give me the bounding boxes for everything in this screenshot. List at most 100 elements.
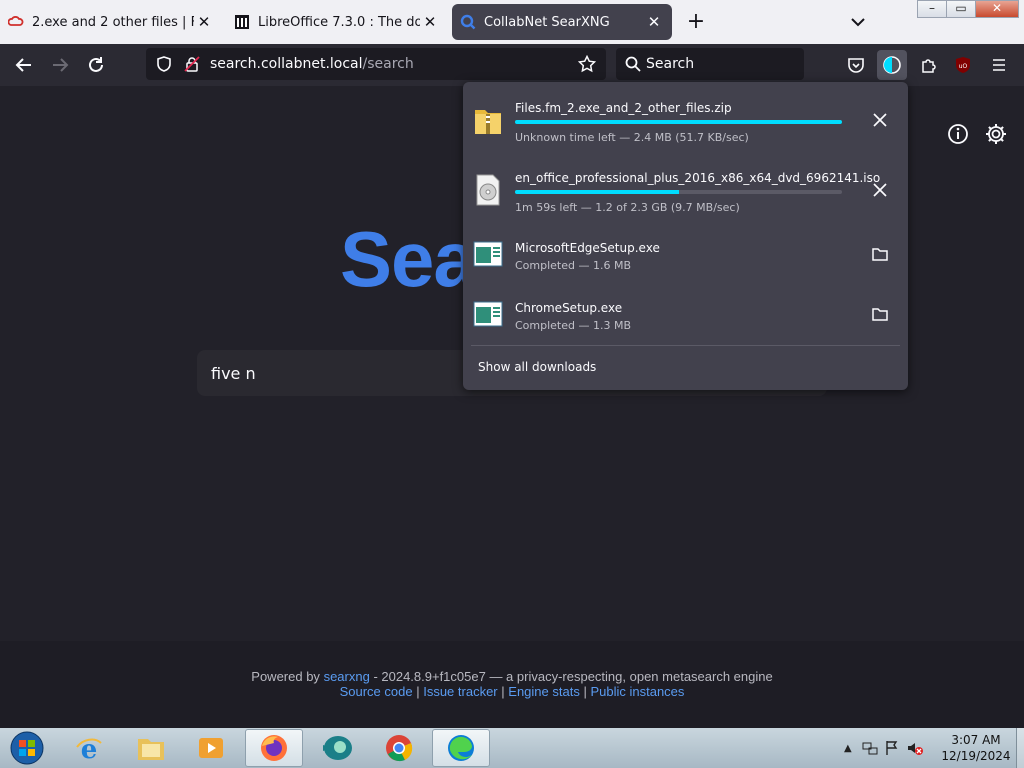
download-filename: en_office_professional_plus_2016_x86_x64… xyxy=(515,171,881,185)
tab-files-fm[interactable]: 2.exe and 2 other files | Files.fm ✕ xyxy=(0,4,222,40)
download-item[interactable]: MicrosoftEdgeSetup.exe Completed — 1.6 M… xyxy=(463,226,908,286)
info-icon[interactable] xyxy=(946,122,970,146)
page-footer: Powered by searxng - 2024.8.9+f1c05e7 — … xyxy=(0,641,1024,728)
cancel-download-button[interactable] xyxy=(869,179,891,201)
forward-button[interactable] xyxy=(47,52,73,78)
powered-by-label: Powered by xyxy=(251,669,320,684)
svg-text:uO: uO xyxy=(959,63,968,70)
ublock-button[interactable]: uO xyxy=(950,52,976,78)
download-item[interactable]: Files.fm_2.exe_and_2_other_files.zip Unk… xyxy=(463,86,908,154)
searxng-logo: Sea xyxy=(340,215,477,303)
action-center-flag-icon[interactable] xyxy=(884,740,900,756)
public-instances-link[interactable]: Public instances xyxy=(590,684,684,699)
download-item[interactable]: en_office_professional_plus_2016_x86_x64… xyxy=(463,156,908,224)
downloads-panel: Files.fm_2.exe_and_2_other_files.zip Unk… xyxy=(463,82,908,390)
download-filename: Files.fm_2.exe_and_2_other_files.zip xyxy=(515,101,732,115)
ublock-icon: uO xyxy=(956,57,970,73)
insecure-lock-icon[interactable] xyxy=(184,56,200,72)
chevron-down-icon[interactable] xyxy=(848,10,868,34)
download-progress-bar xyxy=(515,190,842,194)
taskbar-file-explorer[interactable] xyxy=(122,729,180,767)
volume-muted-icon[interactable] xyxy=(906,740,924,756)
bookmark-star-icon[interactable] xyxy=(578,55,596,73)
version-text: - 2024.8.9+f1c05e7 — a privacy-respectin… xyxy=(373,669,773,684)
panel-divider xyxy=(471,345,900,346)
search-placeholder: Search xyxy=(646,56,695,72)
start-button[interactable] xyxy=(0,729,54,767)
show-hidden-icons-icon[interactable]: ▲ xyxy=(844,743,852,754)
menu-button[interactable] xyxy=(986,52,1012,78)
download-filename: ChromeSetup.exe xyxy=(515,301,623,315)
folder-libraries-icon xyxy=(138,739,164,760)
url-host: search.collabnet.local xyxy=(210,56,363,72)
clock-time: 3:07 AM xyxy=(951,733,1001,747)
search-query-text: five n xyxy=(211,364,256,383)
museum-icon xyxy=(235,15,249,29)
clock-date: 12/19/2024 xyxy=(941,749,1011,763)
taskbar-chrome[interactable] xyxy=(370,729,428,767)
show-in-folder-button[interactable] xyxy=(869,303,891,325)
download-status: 1m 59s left — 1.2 of 2.3 GB (9.7 MB/sec) xyxy=(515,201,740,214)
taskbar-firefox[interactable] xyxy=(245,729,303,767)
download-filename: MicrosoftEdgeSetup.exe xyxy=(515,241,660,255)
separator: | xyxy=(416,684,420,699)
pocket-icon xyxy=(848,58,864,73)
progress-fill xyxy=(515,190,679,194)
taskbar-clock[interactable]: 3:07 AM 12/19/2024 xyxy=(936,732,1016,764)
taskbar-app[interactable] xyxy=(308,729,366,767)
firefox-icon xyxy=(261,735,287,761)
settings-gear-icon[interactable] xyxy=(984,122,1008,146)
reload-icon xyxy=(89,57,103,72)
app-icon xyxy=(323,736,352,760)
media-player-icon xyxy=(199,738,223,758)
cancel-download-button[interactable] xyxy=(869,109,891,131)
show-in-folder-button[interactable] xyxy=(869,243,891,265)
tab-close-icon[interactable]: ✕ xyxy=(644,13,664,31)
reload-button[interactable] xyxy=(83,52,109,78)
windows-start-orb-icon xyxy=(10,731,44,765)
chrome-icon xyxy=(386,735,413,762)
installer-icon xyxy=(473,301,503,327)
download-item[interactable]: ChromeSetup.exe Completed — 1.3 MB xyxy=(463,286,908,346)
navigation-toolbar: search.collabnet.local/search Search uO xyxy=(0,44,1024,86)
magnifier-icon xyxy=(625,56,641,72)
search-bar[interactable]: Search xyxy=(616,48,804,80)
source-code-link[interactable]: Source code xyxy=(340,684,413,699)
pocket-button[interactable] xyxy=(843,52,869,78)
searxng-link[interactable]: searxng xyxy=(324,669,370,684)
close-window-button[interactable]: ✕ xyxy=(975,0,1019,18)
taskbar-edge[interactable] xyxy=(432,729,490,767)
puzzle-icon xyxy=(922,59,936,73)
restore-button[interactable]: ▭ xyxy=(946,0,976,18)
tab-title: CollabNet SearXNG xyxy=(484,14,610,30)
issue-tracker-link[interactable]: Issue tracker xyxy=(423,684,497,699)
edge-icon xyxy=(448,735,474,761)
shield-icon[interactable] xyxy=(156,56,172,72)
tab-collabnet-searxng[interactable]: CollabNet SearXNG ✕ xyxy=(452,4,672,40)
url-bar[interactable]: search.collabnet.local/search xyxy=(146,48,606,80)
show-all-downloads-button[interactable]: Show all downloads xyxy=(478,360,596,374)
search-icon xyxy=(460,14,476,30)
taskbar-internet-explorer[interactable]: e xyxy=(60,729,118,767)
download-status: Unknown time left — 2.4 MB (51.7 KB/sec) xyxy=(515,131,749,144)
extensions-button[interactable] xyxy=(916,52,942,78)
engine-stats-link[interactable]: Engine stats xyxy=(508,684,580,699)
disc-image-icon xyxy=(476,174,500,206)
installer-icon xyxy=(473,241,503,267)
tab-close-icon[interactable]: ✕ xyxy=(194,13,214,31)
hamburger-menu-icon xyxy=(993,59,1005,71)
minimize-button[interactable]: – xyxy=(917,0,947,18)
taskbar-media-player[interactable] xyxy=(182,729,240,767)
network-icon[interactable] xyxy=(862,740,878,756)
tab-title: LibreOffice 7.3.0 : The document xyxy=(258,14,420,30)
new-tab-button[interactable]: + xyxy=(684,10,708,34)
tab-close-icon[interactable]: ✕ xyxy=(420,13,440,31)
back-button[interactable] xyxy=(11,52,37,78)
tab-libreoffice[interactable]: LibreOffice 7.3.0 : The document ✕ xyxy=(226,4,448,40)
downloads-button[interactable] xyxy=(877,50,907,80)
arrow-left-icon xyxy=(15,58,31,72)
separator: | xyxy=(583,684,587,699)
url-path: /search xyxy=(362,56,414,72)
show-desktop-button[interactable] xyxy=(1016,728,1024,768)
tab-title: 2.exe and 2 other files | Files.fm xyxy=(32,14,194,30)
